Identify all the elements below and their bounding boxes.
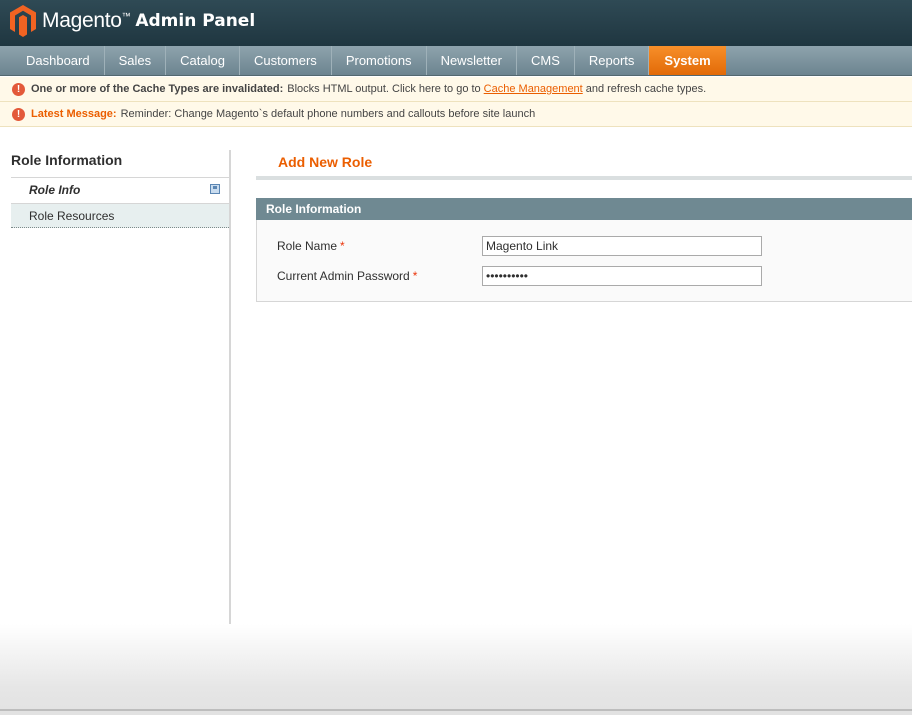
main-nav: Dashboard Sales Catalog Customers Promot… xyxy=(0,46,912,76)
page-title: Add New Role xyxy=(278,154,373,170)
role-name-input[interactable] xyxy=(482,236,762,256)
footer-divider xyxy=(0,709,912,711)
brand-name: Magento™ xyxy=(42,9,131,32)
nav-catalog[interactable]: Catalog xyxy=(166,46,240,75)
magento-logo-icon xyxy=(10,5,36,37)
title-divider xyxy=(256,176,912,180)
alert-icon: ! xyxy=(12,107,25,121)
alert-icon: ! xyxy=(12,82,25,96)
admin-password-input[interactable] xyxy=(482,266,762,286)
nav-sales[interactable]: Sales xyxy=(105,46,167,75)
cache-notice-text: Blocks HTML output. Click here to go to xyxy=(287,83,481,95)
cache-management-link[interactable]: Cache Management xyxy=(484,83,583,95)
cache-notice-tail: and refresh cache types. xyxy=(585,83,707,95)
nav-newsletter[interactable]: Newsletter xyxy=(427,46,517,75)
page-footer xyxy=(0,624,912,715)
latest-message-notice: ! Latest Message: Reminder: Change Magen… xyxy=(0,102,912,127)
admin-header: Magento™ Admin Panel xyxy=(0,0,912,46)
nav-dashboard[interactable]: Dashboard xyxy=(12,46,105,75)
magento-logo[interactable]: Magento™ Admin Panel xyxy=(10,4,255,38)
panel-subtitle: Admin Panel xyxy=(135,11,256,31)
save-icon xyxy=(210,184,220,194)
required-mark: * xyxy=(412,269,418,283)
tab-role-info[interactable]: Role Info xyxy=(11,178,229,203)
cache-notice-bold: One or more of the Cache Types are inval… xyxy=(31,83,284,95)
role-name-label: Role Name * xyxy=(277,239,345,253)
nav-system[interactable]: System xyxy=(649,46,726,75)
role-info-fieldset xyxy=(256,220,912,302)
nav-cms[interactable]: CMS xyxy=(517,46,575,75)
nav-promotions[interactable]: Promotions xyxy=(332,46,427,75)
sidebar-title: Role Information xyxy=(11,150,229,178)
role-sidebar: Role Information Role Info Role Resource… xyxy=(11,150,231,624)
tab-role-resources[interactable]: Role Resources xyxy=(11,203,229,228)
tab-role-resources-label: Role Resources xyxy=(29,209,115,223)
nav-reports[interactable]: Reports xyxy=(575,46,650,75)
latest-message-text: Reminder: Change Magento`s default phone… xyxy=(120,108,536,120)
required-mark: * xyxy=(340,239,345,253)
cache-notice: ! One or more of the Cache Types are inv… xyxy=(0,77,912,102)
admin-password-label: Current Admin Password * xyxy=(277,269,418,283)
fieldset-header: Role Information xyxy=(256,198,912,220)
tab-role-info-label: Role Info xyxy=(29,183,81,197)
trademark: ™ xyxy=(121,11,131,21)
latest-message-label: Latest Message: xyxy=(31,108,117,120)
nav-customers[interactable]: Customers xyxy=(240,46,332,75)
